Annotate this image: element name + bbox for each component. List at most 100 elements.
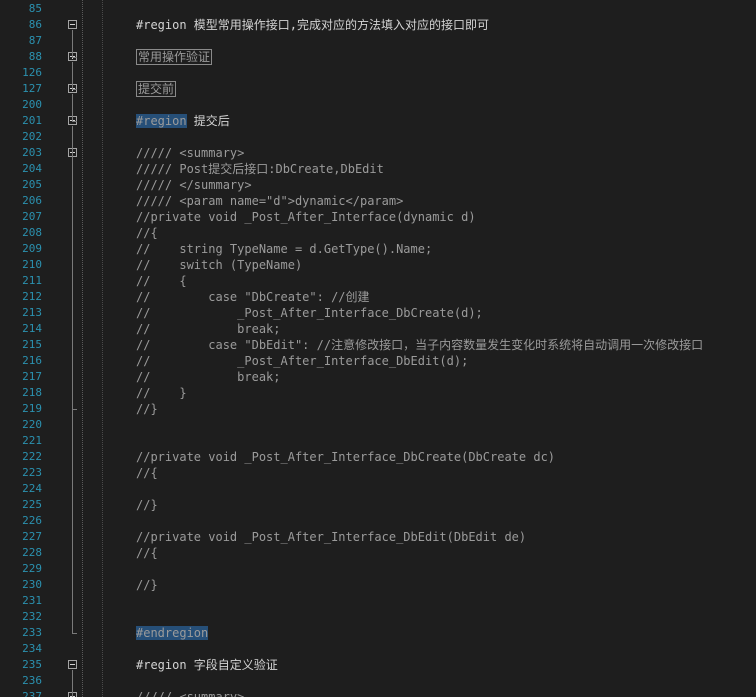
code-text[interactable]: #region 提交后 — [136, 113, 230, 129]
code-line[interactable]: 202 — [0, 129, 756, 145]
code-text[interactable]: //private void _Post_After_Interface_DbE… — [136, 529, 526, 545]
code-line[interactable]: 85 — [0, 1, 756, 17]
code-line[interactable]: 88 常用操作验证 — [0, 49, 756, 65]
comment-text: // { — [136, 274, 187, 288]
line-number: 206 — [22, 194, 42, 207]
code-line[interactable]: 215 // case "DbEdit": //注意修改接口，当子内容数量发生变化… — [0, 337, 756, 353]
code-text[interactable]: ///// <param name="d">dynamic</param> — [136, 193, 403, 209]
code-line[interactable]: 223 //{ — [0, 465, 756, 481]
code-text[interactable]: //private void _Post_After_Interface_DbC… — [136, 449, 555, 465]
code-text[interactable]: 提交前 — [136, 81, 177, 97]
line-number: 228 — [22, 546, 42, 559]
code-line[interactable]: 226 — [0, 513, 756, 529]
collapsed-region-label[interactable]: 提交前 — [136, 81, 177, 97]
code-line[interactable]: 212 // case "DbCreate": //创建 — [0, 289, 756, 305]
line-number: 212 — [22, 290, 42, 303]
code-line[interactable]: 231 — [0, 593, 756, 609]
code-line[interactable]: 127 提交前 — [0, 81, 756, 97]
code-line[interactable]: 209 // string TypeName = d.GetType().Name… — [0, 241, 756, 257]
code-text[interactable]: // break; — [136, 321, 281, 337]
code-line[interactable]: 232 — [0, 609, 756, 625]
collapsed-region-label[interactable]: 常用操作验证 — [136, 49, 213, 65]
code-text[interactable]: // case "DbCreate": //创建 — [136, 289, 370, 305]
code-line[interactable]: 225 //} — [0, 497, 756, 513]
code-text[interactable]: // _Post_After_Interface_DbCreate(d); — [136, 305, 483, 321]
code-text[interactable]: ///// <summary> — [136, 689, 244, 697]
line-number: 220 — [22, 418, 42, 431]
code-line[interactable]: 221 — [0, 433, 756, 449]
code-text[interactable]: // } — [136, 385, 187, 401]
code-line[interactable]: 222 //private void _Post_After_Interface_… — [0, 449, 756, 465]
code-line[interactable]: 207 //private void _Post_After_Interface(… — [0, 209, 756, 225]
code-line[interactable]: 211 // { — [0, 273, 756, 289]
code-text[interactable]: // switch (TypeName) — [136, 257, 302, 273]
collapse-region-icon[interactable] — [68, 20, 77, 29]
line-number: 210 — [22, 258, 42, 271]
code-text[interactable]: //{ — [136, 225, 158, 241]
code-line[interactable]: 210 // switch (TypeName) — [0, 257, 756, 273]
code-text[interactable]: ///// </summary> — [136, 177, 252, 193]
region-directive-highlighted: #region 提交后 — [136, 114, 230, 128]
code-line[interactable]: 237 ///// <summary> — [0, 689, 756, 697]
code-line[interactable]: 86 #region 模型常用操作接口,完成对应的方法填入对应的接口即可 — [0, 17, 756, 33]
code-line[interactable]: 233 #endregion — [0, 625, 756, 641]
code-text[interactable]: // string TypeName = d.GetType().Name; — [136, 241, 432, 257]
code-text[interactable]: ///// <summary> — [136, 145, 244, 161]
code-line[interactable]: 229 — [0, 561, 756, 577]
code-line[interactable]: 234 — [0, 641, 756, 657]
code-line[interactable]: 205 ///// </summary> — [0, 177, 756, 193]
line-number: 209 — [22, 242, 42, 255]
code-line[interactable]: 228 //{ — [0, 545, 756, 561]
line-number: 203 — [22, 146, 42, 159]
code-line[interactable]: 219 //} — [0, 401, 756, 417]
line-number: 222 — [22, 450, 42, 463]
fold-guide-line — [72, 62, 73, 89]
code-text[interactable]: //} — [136, 497, 158, 513]
line-number: 218 — [22, 386, 42, 399]
code-line[interactable]: 208 //{ — [0, 225, 756, 241]
fold-guide-line — [72, 94, 73, 121]
code-text[interactable]: //private void _Post_After_Interface(dyn… — [136, 209, 476, 225]
code-text[interactable]: //{ — [136, 545, 158, 561]
line-number: 213 — [22, 306, 42, 319]
line-number: 87 — [28, 34, 42, 47]
code-text[interactable]: // case "DbEdit": //注意修改接口，当子内容数量发生变化时系统… — [136, 337, 703, 353]
code-line[interactable]: 126 — [0, 65, 756, 81]
code-line[interactable]: 236 — [0, 673, 756, 689]
code-line[interactable]: 203 ///// <summary> — [0, 145, 756, 161]
code-line[interactable]: 227 //private void _Post_After_Interface_… — [0, 529, 756, 545]
code-line[interactable]: 213 // _Post_After_Interface_DbCreate(d); — [0, 305, 756, 321]
code-line[interactable]: 87 — [0, 33, 756, 49]
code-text[interactable]: // _Post_After_Interface_DbEdit(d); — [136, 353, 468, 369]
code-line[interactable]: 230 //} — [0, 577, 756, 593]
code-text[interactable]: ///// Post提交后接口:DbCreate,DbEdit — [136, 161, 384, 177]
code-line[interactable]: 218 // } — [0, 385, 756, 401]
code-text[interactable]: #region 字段自定义验证 — [136, 657, 278, 673]
fold-guide-end — [72, 57, 77, 58]
code-line[interactable]: 216 // _Post_After_Interface_DbEdit(d); — [0, 353, 756, 369]
collapse-region-icon[interactable] — [68, 660, 77, 669]
code-line[interactable]: 204 ///// Post提交后接口:DbCreate,DbEdit — [0, 161, 756, 177]
code-line[interactable]: 224 — [0, 481, 756, 497]
code-editor[interactable]: 85 86 #region 模型常用操作接口,完成对应的方法填入对应的接口即可 87 8… — [0, 0, 756, 697]
code-line[interactable]: 217 // break; — [0, 369, 756, 385]
code-line[interactable]: 235 #region 字段自定义验证 — [0, 657, 756, 673]
code-line[interactable]: 200 — [0, 97, 756, 113]
code-line[interactable]: 214 // break; — [0, 321, 756, 337]
line-number: 233 — [22, 626, 42, 639]
code-line[interactable]: 206 ///// <param name="d">dynamic</param> — [0, 193, 756, 209]
code-text[interactable]: // break; — [136, 369, 281, 385]
comment-text: //} — [136, 578, 158, 592]
comment-text: // break; — [136, 370, 281, 384]
code-line[interactable]: 201 #region 提交后 — [0, 113, 756, 129]
comment-text: ///// <summary> — [136, 146, 245, 160]
code-text[interactable]: //} — [136, 577, 158, 593]
code-text[interactable]: 常用操作验证 — [136, 49, 213, 65]
code-text[interactable]: #region 模型常用操作接口,完成对应的方法填入对应的接口即可 — [136, 17, 489, 33]
fold-guide-end — [72, 409, 77, 410]
code-text[interactable]: //} — [136, 401, 158, 417]
code-text[interactable]: #endregion — [136, 625, 209, 641]
code-text[interactable]: //{ — [136, 465, 158, 481]
code-line[interactable]: 220 — [0, 417, 756, 433]
code-text[interactable]: // { — [136, 273, 187, 289]
